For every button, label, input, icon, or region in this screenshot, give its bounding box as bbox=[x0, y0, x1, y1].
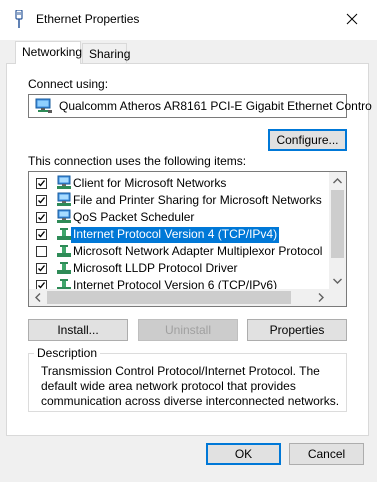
tab-networking[interactable]: Networking bbox=[15, 41, 82, 64]
network-client-icon bbox=[56, 175, 72, 191]
scroll-right-arrow-icon[interactable] bbox=[312, 289, 329, 306]
adapter-name: Qualcomm Atheros AR8161 PCI-E Gigabit Et… bbox=[59, 99, 372, 113]
item-label: Microsoft Network Adapter Multiplexor Pr… bbox=[73, 244, 323, 258]
properties-button[interactable]: Properties bbox=[247, 319, 347, 341]
checkbox[interactable] bbox=[36, 263, 47, 274]
list-item[interactable]: Internet Protocol Version 4 (TCP/IPv4) bbox=[29, 226, 330, 243]
ethernet-cable-icon bbox=[14, 9, 24, 28]
ok-button[interactable]: OK bbox=[206, 443, 281, 465]
scroll-thumb[interactable] bbox=[47, 291, 291, 304]
list-item[interactable]: Microsoft LLDP Protocol Driver bbox=[29, 260, 330, 277]
checkbox[interactable] bbox=[36, 246, 47, 257]
checkbox[interactable] bbox=[36, 229, 47, 240]
item-label: Client for Microsoft Networks bbox=[73, 176, 227, 190]
item-label: File and Printer Sharing for Microsoft N… bbox=[73, 193, 322, 207]
window-title: Ethernet Properties bbox=[36, 12, 140, 26]
description-title: Description bbox=[34, 346, 101, 360]
horizontal-scrollbar[interactable] bbox=[29, 289, 346, 306]
scroll-up-arrow-icon[interactable] bbox=[329, 172, 346, 189]
items-label: This connection uses the following items… bbox=[28, 154, 247, 168]
adapter-field: Qualcomm Atheros AR8161 PCI-E Gigabit Et… bbox=[28, 94, 372, 118]
network-service-icon bbox=[56, 192, 72, 208]
checkbox[interactable] bbox=[36, 195, 47, 206]
components-list[interactable]: Client for Microsoft Networks File and P… bbox=[28, 171, 347, 307]
network-protocol-icon bbox=[56, 226, 72, 242]
network-service-icon bbox=[56, 209, 72, 225]
checkbox[interactable] bbox=[36, 212, 47, 223]
scroll-corner bbox=[329, 289, 346, 306]
description-text: Transmission Control Protocol/Internet P… bbox=[41, 364, 340, 408]
configure-button[interactable]: Configure... bbox=[268, 129, 347, 151]
item-label: QoS Packet Scheduler bbox=[73, 210, 195, 224]
scroll-down-arrow-icon[interactable] bbox=[329, 272, 346, 289]
item-label: Microsoft LLDP Protocol Driver bbox=[73, 261, 238, 275]
checkbox[interactable] bbox=[36, 178, 47, 189]
vertical-scrollbar[interactable] bbox=[329, 172, 346, 289]
tab-sharing[interactable]: Sharing bbox=[82, 43, 130, 63]
network-protocol-icon bbox=[56, 243, 72, 259]
connect-using-label: Connect using: bbox=[28, 77, 109, 91]
close-icon bbox=[346, 13, 358, 25]
scroll-thumb[interactable] bbox=[331, 190, 344, 258]
list-item[interactable]: QoS Packet Scheduler bbox=[29, 209, 330, 226]
list-item[interactable]: Client for Microsoft Networks bbox=[29, 175, 330, 192]
network-protocol-icon bbox=[56, 260, 72, 276]
uninstall-button[interactable]: Uninstall bbox=[138, 319, 238, 341]
scroll-left-arrow-icon[interactable] bbox=[29, 289, 46, 306]
list-item[interactable]: File and Printer Sharing for Microsoft N… bbox=[29, 192, 330, 209]
install-button[interactable]: Install... bbox=[28, 319, 128, 341]
item-label: Internet Protocol Version 4 (TCP/IPv4) bbox=[71, 227, 280, 243]
list-item[interactable]: Microsoft Network Adapter Multiplexor Pr… bbox=[29, 243, 330, 260]
network-adapter-icon bbox=[35, 98, 53, 117]
close-button[interactable] bbox=[336, 5, 368, 33]
cancel-button[interactable]: Cancel bbox=[289, 443, 364, 465]
